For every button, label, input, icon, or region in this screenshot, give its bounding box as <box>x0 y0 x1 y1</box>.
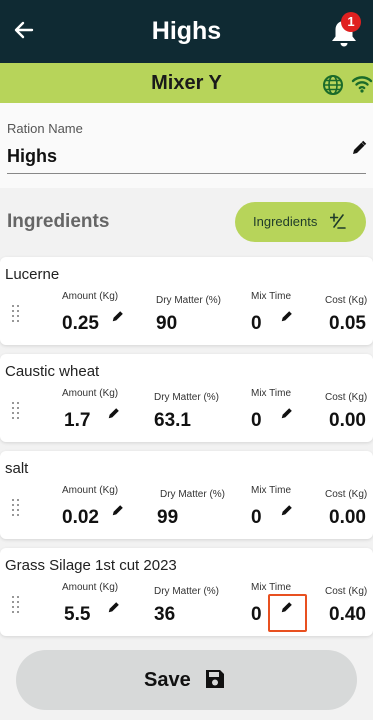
pencil-icon[interactable] <box>107 406 121 420</box>
pencil-icon[interactable] <box>280 503 294 517</box>
mix-time-value[interactable]: 0 <box>251 313 262 335</box>
ingredient-name: salt <box>5 460 29 477</box>
pencil-icon[interactable] <box>107 600 121 614</box>
drag-handle-icon[interactable] <box>12 499 22 521</box>
cost-value: 0.40 <box>329 604 366 625</box>
save-button-label: Save <box>144 669 191 691</box>
ration-underline <box>7 173 366 174</box>
dry-matter-label: Dry Matter (%) <box>154 586 219 597</box>
mixer-bar: Mixer Y <box>0 63 373 103</box>
dry-matter-value: 63.1 <box>154 410 191 431</box>
mixer-name: Mixer Y <box>151 72 222 94</box>
cost-value: 0.00 <box>329 507 366 528</box>
cost-label: Cost (Kg) <box>325 295 368 306</box>
ingredients-button-label: Ingredients <box>253 214 318 229</box>
pencil-icon[interactable] <box>280 309 294 323</box>
dry-matter-value: 90 <box>156 313 178 334</box>
page-title: Highs <box>151 17 222 45</box>
add-remove-ingredients-button[interactable]: Ingredients <box>235 202 366 242</box>
wifi-icon <box>351 76 373 93</box>
pencil-icon[interactable] <box>280 406 294 420</box>
globe-icon <box>323 75 343 95</box>
cost-label: Cost (Kg) <box>325 586 368 597</box>
pencil-icon[interactable] <box>351 140 367 156</box>
cost-label: Cost (Kg) <box>325 392 368 403</box>
dry-matter-label: Dry Matter (%) <box>160 489 225 500</box>
mix-time-value[interactable]: 0 <box>251 410 262 432</box>
dry-matter-value: 36 <box>154 604 176 625</box>
mix-time-label: Mix Time <box>251 485 291 496</box>
amount-label: Amount (Kg) <box>62 388 119 399</box>
mix-time-label: Mix Time <box>251 291 291 302</box>
dry-matter-value: 99 <box>157 507 179 528</box>
save-button[interactable]: Save <box>16 650 357 710</box>
amount-value[interactable]: 5.5 <box>64 604 90 626</box>
ingredient-card: Caustic wheat Amount (Kg) 1.7 Dry Matter… <box>0 354 373 442</box>
mix-time-value[interactable]: 0 <box>251 604 262 626</box>
amount-value[interactable]: 0.25 <box>62 313 99 335</box>
notification-badge: 1 <box>341 12 361 32</box>
cost-label: Cost (Kg) <box>325 489 368 500</box>
ingredient-name: Caustic wheat <box>5 363 100 380</box>
dry-matter-label: Dry Matter (%) <box>156 295 221 306</box>
cost-value: 0.05 <box>329 313 366 334</box>
ingredients-heading: Ingredients <box>7 211 110 232</box>
edit-mix-time-highlight[interactable] <box>268 594 307 632</box>
ingredient-card: Lucerne Amount (Kg) 0.25 Dry Matter (%) … <box>0 257 373 345</box>
ingredient-card: Grass Silage 1st cut 2023 Amount (Kg) 5.… <box>0 548 373 636</box>
floppy-disk-icon <box>206 670 224 688</box>
mix-time-value[interactable]: 0 <box>251 507 262 529</box>
amount-label: Amount (Kg) <box>62 582 119 593</box>
pencil-icon[interactable] <box>111 503 125 517</box>
mix-time-label: Mix Time <box>251 582 291 593</box>
drag-handle-icon[interactable] <box>12 596 22 618</box>
ration-name-label: Ration Name <box>7 121 83 136</box>
drag-handle-icon[interactable] <box>12 402 22 424</box>
ingredient-card: salt Amount (Kg) 0.02 Dry Matter (%) 99 … <box>0 451 373 539</box>
amount-value[interactable]: 0.02 <box>62 507 99 529</box>
ration-name-field[interactable]: Highs <box>7 146 57 167</box>
pencil-icon[interactable] <box>111 309 125 323</box>
amount-label: Amount (Kg) <box>62 485 119 496</box>
ingredient-name: Lucerne <box>5 266 60 283</box>
dry-matter-label: Dry Matter (%) <box>154 392 219 403</box>
ingredient-name: Grass Silage 1st cut 2023 <box>5 557 177 574</box>
amount-value[interactable]: 1.7 <box>64 410 90 432</box>
drag-handle-icon[interactable] <box>12 305 22 327</box>
amount-label: Amount (Kg) <box>62 291 119 302</box>
plus-minus-icon <box>330 213 346 229</box>
mix-time-label: Mix Time <box>251 388 291 399</box>
cost-value: 0.00 <box>329 410 366 431</box>
